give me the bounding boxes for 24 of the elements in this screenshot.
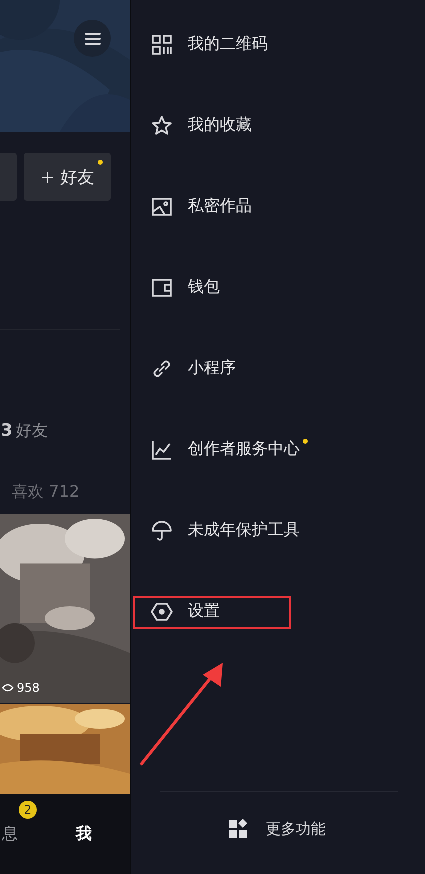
- add-friend-button[interactable]: + 好友: [24, 153, 111, 201]
- star-icon: [151, 114, 173, 136]
- image-icon: [151, 196, 173, 218]
- friend-count: 3: [1, 421, 13, 441]
- friend-label: 好友: [16, 421, 48, 442]
- drawer-menu-item[interactable]: 未成年保护工具: [131, 520, 300, 542]
- drawer-menu-item[interactable]: 小程序: [131, 358, 236, 380]
- drawer-menu-item[interactable]: 创作者服务中心: [131, 438, 308, 460]
- more-features-button[interactable]: 更多功能: [228, 819, 425, 839]
- drawer-menu-item[interactable]: 我的二维码: [131, 34, 268, 56]
- qr-code-icon: [151, 34, 173, 56]
- drawer-menu-item[interactable]: 设置: [131, 600, 220, 622]
- grid-icon: [228, 819, 248, 839]
- drawer-menu-item[interactable]: 私密作品: [131, 196, 252, 218]
- chart-icon: [151, 438, 173, 460]
- umbrella-icon: [151, 520, 173, 542]
- likes-tab[interactable]: 喜欢 712: [12, 482, 130, 503]
- nav-tab[interactable]: 我: [76, 824, 92, 844]
- menu-icon: [84, 32, 100, 46]
- drawer-menu-item[interactable]: 我的收藏: [131, 114, 252, 136]
- drawer-menu-item[interactable]: 钱包: [131, 276, 220, 298]
- unread-badge: 2: [19, 800, 37, 818]
- settings-icon: [151, 600, 173, 622]
- wallet-icon: [151, 276, 173, 298]
